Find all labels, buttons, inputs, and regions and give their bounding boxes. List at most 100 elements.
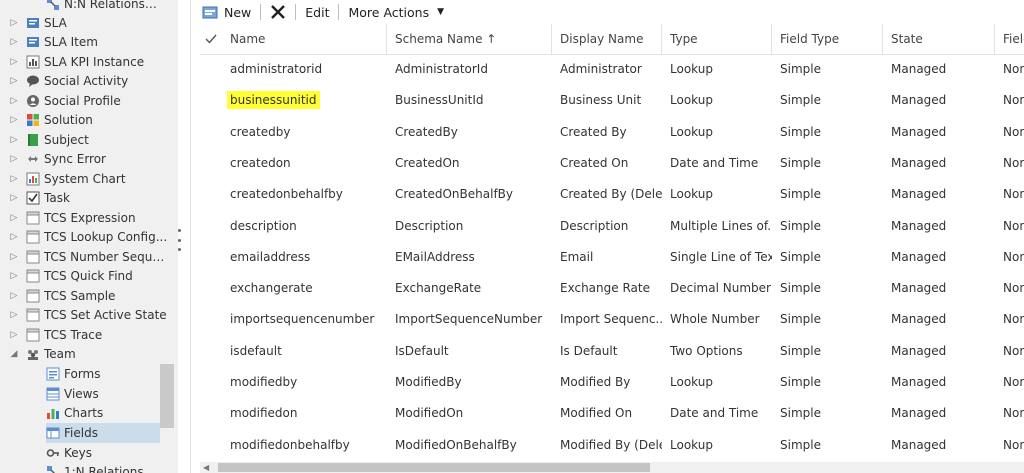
table-row[interactable]: administratorid AdministratorId Administra… [200,54,1024,85]
sidebar-item-sla-item[interactable]: ▷ SLA Item [8,32,168,52]
expand-arrow-icon[interactable]: ▷ [8,271,20,281]
column-header-schema-name[interactable]: Schema Name ↑ [387,24,552,54]
sidebar-item-social-profile[interactable]: ▷ Social Profile [8,91,168,111]
sidebar-item-tcs-quick-find[interactable]: ▷ TCS Quick Find [8,266,168,286]
sidebar-item-tcs-sample[interactable]: ▷ TCS Sample [8,286,168,306]
cell-field: Non [1003,312,1024,327]
cell-field-type: Simple [780,187,821,202]
sidebar-item-subject[interactable]: ▷ Subject [8,130,168,150]
sidebar-item-keys[interactable]: Keys [46,443,160,463]
sidebar-item-sla-kpi-instance[interactable]: ▷ SLA KPI Instance [8,52,168,72]
table-row[interactable]: modifiedonbehalfby ModifiedOnBehalfBy Modi… [200,430,1024,461]
cell-name: importsequencenumber [230,312,375,327]
cell-field: Non [1003,249,1024,264]
column-header-field-type[interactable]: Field Type [772,24,883,54]
sidebar-item-label: SLA KPI Instance [44,55,145,69]
sidebar-item-fields[interactable]: Fields [46,423,160,443]
table-row[interactable]: description Description Description Multipl… [200,211,1024,242]
cell-name: isdefault [230,343,282,358]
expand-arrow-icon[interactable]: ▷ [8,193,20,203]
expand-arrow-icon[interactable]: ▷ [8,57,20,67]
charts-icon [46,406,60,420]
column-header-type[interactable]: Type [662,24,772,54]
expand-arrow-icon[interactable]: ▷ [8,232,20,242]
expand-arrow-icon[interactable]: ▷ [8,115,20,125]
expand-arrow-icon[interactable]: ▷ [8,37,20,47]
forms-icon [46,367,60,381]
delete-button[interactable] [270,1,286,23]
column-header-display-name[interactable]: Display Name [552,24,662,54]
column-header-name[interactable]: Name [222,24,387,54]
cell-field: Non [1003,218,1024,233]
expand-arrow-icon[interactable]: ▷ [8,330,20,340]
sidebar-item-tcs-trace[interactable]: ▷ TCS Trace [8,325,168,345]
sidebar-item-label: Social Profile [44,94,121,108]
sidebar-item-label: Sync Error [44,152,106,166]
sidebar-item-task[interactable]: ▷ Task [8,188,168,208]
cell-name: createdonbehalfby [230,187,343,202]
new-button[interactable]: New [202,1,251,23]
expand-arrow-icon[interactable]: ▷ [8,310,20,320]
cell-state: Managed [891,437,947,452]
expanded-arrow-icon[interactable]: ◢ [8,349,20,359]
sidebar-item-views[interactable]: Views [46,384,160,404]
sidebar-item-label: TCS Sample [44,289,116,303]
sidebar-item-system-chart[interactable]: ▷ System Chart [8,169,168,189]
table-row[interactable]: importsequencenumber ImportSequenceNumber… [200,304,1024,335]
column-header-field[interactable]: Field [995,24,1024,54]
table-row[interactable]: createdby CreatedBy Created By Lookup Simple… [200,117,1024,148]
horizontal-scrollbar[interactable]: ◀ [200,462,1024,473]
table-row[interactable]: modifiedon ModifiedOn Modified On Date and … [200,398,1024,429]
expand-arrow-icon[interactable]: ▷ [8,213,20,223]
entity-tree-sidebar: N:N Relationshi... ▷ SLA ▷ SLA Item ▷ SLA KPI … [0,0,178,473]
sidebar-item-team[interactable]: ◢ Team [8,344,168,364]
cell-state: Managed [891,218,947,233]
sidebar-resize-handle[interactable] [178,229,182,251]
edit-button[interactable]: Edit [305,1,329,23]
table-row[interactable]: isdefault IsDefault Is Default Two Options S… [200,336,1024,367]
table-row[interactable]: emailaddress EMailAddress Email Single Line… [200,242,1024,273]
fields-icon [46,426,60,440]
sidebar-item-sync-error[interactable]: ▷ Sync Error [8,149,168,169]
checkmark-icon [205,34,217,44]
table-row[interactable]: exchangerate ExchangeRate Exchange Rate Dec… [200,273,1024,304]
sidebar-item-social-activity[interactable]: ▷ Social Activity [8,71,168,91]
sidebar-item-label: TCS Trace [44,328,103,342]
sidebar-item-sla[interactable]: ▷ SLA [8,13,168,33]
table-row[interactable]: createdon CreatedOn Created On Date and Tim… [200,148,1024,179]
expand-arrow-icon[interactable]: ▷ [8,291,20,301]
table-row[interactable]: businessunitid BusinessUnitId Business Uni… [200,85,1024,116]
cell-field: Non [1003,62,1024,76]
more-actions-button[interactable]: More Actions ▼ [348,1,444,23]
sidebar-item-n-n-relationshi[interactable]: N:N Relationshi... [46,0,160,14]
sidebar-item-tcs-number-seque[interactable]: ▷ TCS Number Seque... [8,247,168,267]
sidebar-item-solution[interactable]: ▷ Solution [8,110,168,130]
expand-arrow-icon[interactable]: ▷ [8,252,20,262]
expand-arrow-icon[interactable]: ▷ [8,76,20,86]
scrollbar-thumb[interactable] [218,463,650,472]
cell-field: Non [1003,93,1024,108]
sidebar-item-charts[interactable]: Charts [46,403,160,423]
cell-schema-name: AdministratorId [395,62,488,76]
sidebar-item-tcs-lookup-config[interactable]: ▷ TCS Lookup Config... [8,227,168,247]
sidebar-item-tcs-expression[interactable]: ▷ TCS Expression [8,208,168,228]
table-row[interactable]: modifiedby ModifiedBy Modified By Lookup Sim… [200,367,1024,398]
sidebar-scrollbar-thumb[interactable] [160,364,174,428]
scroll-left-icon[interactable]: ◀ [203,462,209,473]
cell-type: Multiple Lines of... [670,218,772,233]
expand-arrow-icon[interactable]: ▷ [8,174,20,184]
cell-name: exchangerate [230,281,313,296]
sidebar-item-tcs-set-active-state[interactable]: ▷ TCS Set Active State [8,305,168,325]
cell-display-name: Modified By (Dele... [560,437,662,452]
table-row[interactable]: createdonbehalfby CreatedOnBehalfBy Create… [200,179,1024,210]
expand-arrow-icon[interactable]: ▷ [8,96,20,106]
column-header-state[interactable]: State [883,24,995,54]
expand-arrow-icon[interactable]: ▷ [8,135,20,145]
sidebar-item-forms[interactable]: Forms [46,364,160,384]
expand-arrow-icon[interactable]: ▷ [8,154,20,164]
cell-field-type: Simple [780,375,821,389]
expand-arrow-icon[interactable]: ▷ [8,18,20,28]
solution-icon [26,113,40,127]
select-all-checkbox[interactable] [200,24,222,54]
sidebar-item-1-n-relationships[interactable]: 1:N Relationships [46,462,160,473]
